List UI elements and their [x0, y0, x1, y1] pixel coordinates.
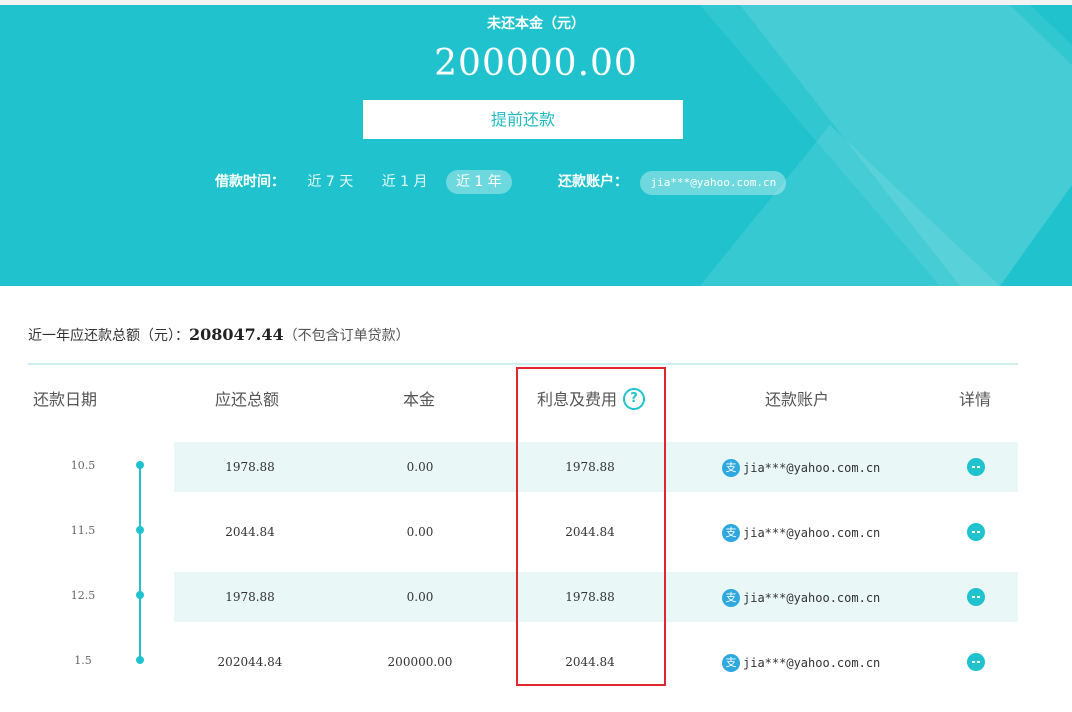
column-header-date: 还款日期 — [33, 390, 98, 409]
row-account-text: jia***@yahoo.com.cn — [743, 460, 881, 475]
account-filter-label: 还款账户： — [558, 174, 628, 190]
row-account-text: jia***@yahoo.com.cn — [743, 655, 881, 670]
more-dots-icon[interactable] — [967, 653, 985, 671]
row-account-text: jia***@yahoo.com.cn — [743, 525, 881, 540]
column-header-total: 应还总额 — [215, 390, 280, 409]
row-date: 12.5 — [70, 589, 96, 602]
period-filter-label: 借款时间： — [215, 174, 285, 190]
alipay-icon: 支 — [722, 523, 740, 542]
row-principal: 0.00 — [406, 590, 434, 604]
row-total: 202044.84 — [217, 655, 283, 669]
period-1-year[interactable]: 近 1 年 — [445, 170, 512, 194]
row-total: 1978.88 — [225, 460, 275, 474]
alipay-icon: 支 — [722, 588, 740, 607]
more-dots-icon[interactable] — [967, 458, 985, 476]
interest-column-highlight — [516, 367, 666, 686]
account-filter: 还款账户： jia***@yahoo.com.cn — [558, 170, 787, 195]
row-total: 1978.88 — [225, 590, 275, 604]
row-total: 2044.84 — [225, 525, 275, 539]
outstanding-principal-amount: 200000.00 — [434, 43, 638, 84]
row-date: 11.5 — [70, 524, 96, 537]
row-date: 1.5 — [74, 654, 92, 667]
column-header-principal: 本金 — [403, 390, 436, 409]
outstanding-principal-label: 未还本金（元） — [487, 16, 585, 32]
timeline-dot — [136, 656, 144, 664]
row-account-text: jia***@yahoo.com.cn — [743, 590, 881, 605]
more-dots-icon[interactable] — [967, 588, 985, 606]
row-date: 10.5 — [70, 459, 96, 472]
row-account: 支 jia***@yahoo.com.cn — [722, 652, 880, 672]
more-dots-icon[interactable] — [967, 523, 985, 541]
alipay-icon: 支 — [722, 458, 740, 477]
row-principal: 0.00 — [406, 460, 434, 474]
timeline-dot — [136, 591, 144, 599]
prepay-button[interactable]: 提前还款 — [363, 100, 683, 139]
summary-label: 近一年应还款总额（元）： — [28, 328, 189, 344]
account-selector[interactable]: jia***@yahoo.com.cn — [640, 171, 787, 195]
alipay-icon: 支 — [722, 653, 740, 672]
timeline-dot — [136, 461, 144, 469]
annual-repayment-summary: 近一年应还款总额（元）：208047.44（不包含订单贷款） — [28, 325, 410, 345]
row-account: 支 jia***@yahoo.com.cn — [722, 522, 880, 542]
summary-note: （不包含订单贷款） — [283, 328, 410, 344]
period-7-days[interactable]: 近 7 天 — [297, 170, 363, 194]
summary-amount: 208047.44 — [189, 325, 284, 344]
divider — [28, 363, 1018, 365]
row-principal: 200000.00 — [387, 655, 453, 669]
header-banner: 未还本金（元） 200000.00 提前还款 借款时间： 近 7 天 近 1 月… — [0, 5, 1072, 286]
row-account: 支 jia***@yahoo.com.cn — [722, 587, 880, 607]
row-principal: 0.00 — [406, 525, 434, 539]
timeline-line — [139, 465, 141, 660]
column-header-detail: 详情 — [959, 390, 992, 409]
period-filter: 借款时间： 近 7 天 近 1 月 近 1 年 — [215, 170, 516, 194]
row-account: 支 jia***@yahoo.com.cn — [722, 457, 880, 477]
timeline-dot — [136, 526, 144, 534]
column-header-account: 还款账户 — [765, 390, 830, 409]
period-1-month[interactable]: 近 1 月 — [372, 170, 438, 194]
